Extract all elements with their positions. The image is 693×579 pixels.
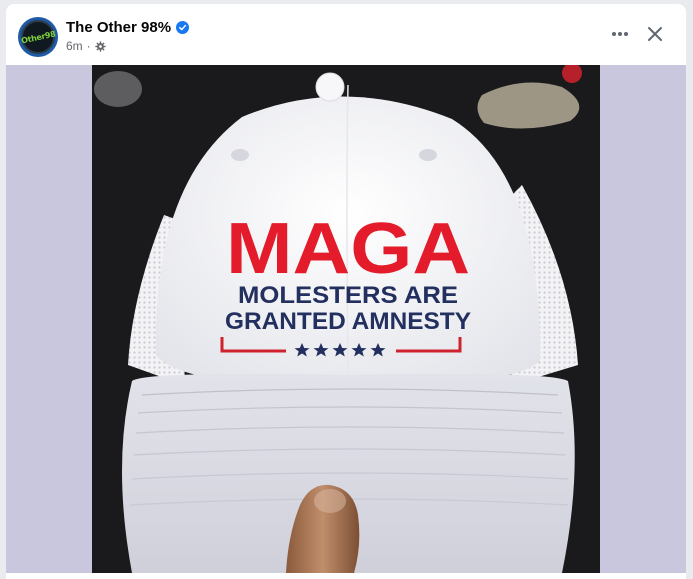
post-timestamp[interactable]: 6m <box>66 39 83 53</box>
thumbnail-nail <box>314 489 346 513</box>
avatar-logo-text: Other98 <box>20 28 56 46</box>
post-photo[interactable]: MAGA MOLESTERS ARE GRANTED AMNESTY <box>92 65 600 573</box>
post-header: Other98 The Other 98% 6m · <box>6 4 686 65</box>
cap-headline: MAGA <box>226 209 470 289</box>
background-object-left <box>94 71 142 107</box>
meta-separator: · <box>86 39 91 53</box>
post-footer-strip <box>6 573 686 579</box>
post-meta: 6m · <box>66 39 106 53</box>
page-avatar[interactable]: Other98 <box>18 17 58 57</box>
avatar-logo: Other98 <box>20 20 56 54</box>
more-options-icon <box>612 32 628 36</box>
cap-eyelet-left <box>231 149 249 161</box>
verified-badge-icon <box>176 20 190 34</box>
cap-line-2: GRANTED AMNESTY <box>225 308 471 335</box>
close-button[interactable] <box>640 19 670 49</box>
cap-line-1: MOLESTERS ARE <box>238 282 458 309</box>
page-name[interactable]: The Other 98% <box>66 19 171 36</box>
cap-eyelet-right <box>419 149 437 161</box>
author-row: The Other 98% <box>66 17 190 37</box>
more-options-button[interactable] <box>604 22 636 46</box>
post-media[interactable]: MAGA MOLESTERS ARE GRANTED AMNESTY <box>6 65 686 573</box>
post-card: Other98 The Other 98% 6m · MAGA MOLESTER… <box>6 4 686 579</box>
close-icon <box>648 27 662 41</box>
gear-icon[interactable] <box>95 40 106 52</box>
cap-button <box>315 72 345 102</box>
